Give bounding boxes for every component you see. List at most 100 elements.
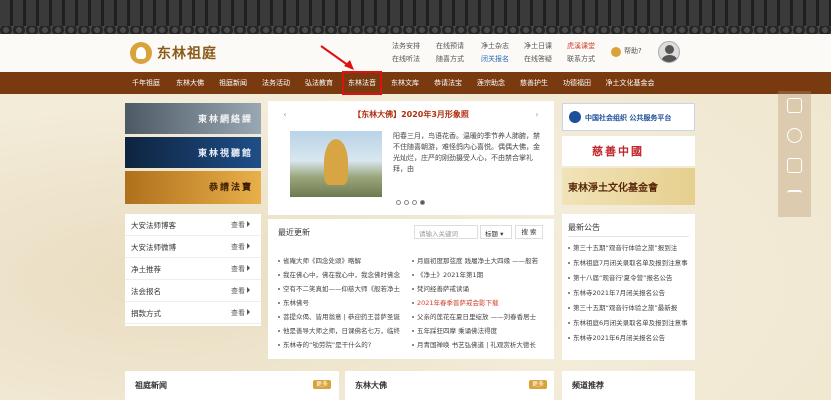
view-link[interactable]: 查看 (231, 286, 250, 296)
view-link[interactable]: 查看 (231, 264, 250, 274)
view-link[interactable]: 查看 (231, 220, 250, 230)
header-link[interactable]: 净土日课 (524, 40, 552, 53)
site-logo[interactable]: 东林祖庭 (130, 42, 217, 64)
search-button[interactable]: 搜 索 (515, 225, 543, 239)
list-item-label: 净土推荐 (131, 265, 161, 274)
header-link[interactable]: 随喜方式 (436, 53, 464, 66)
triangle-right-icon (247, 309, 250, 315)
nav-item[interactable]: 法务活动 (258, 72, 294, 94)
list-item[interactable]: 净土推荐 查看 (125, 258, 261, 280)
list-item[interactable]: 大安法师博客 查看 (125, 214, 261, 236)
list-item[interactable]: 法会报名 查看 (125, 280, 261, 302)
foundation-banner[interactable]: 東林淨土文化基金會 (562, 168, 695, 205)
announcements-panel: 最新公告 第三十五期“观音行体验之旅”报到注 东林祖庭7月闭关录取名单及报到注意… (562, 214, 695, 360)
update-item[interactable]: 东林寺的“劬劳院”是干什么的? (278, 339, 406, 349)
carousel-dot-active[interactable] (420, 200, 425, 205)
update-item[interactable]: 他是善导大师之师，日课佛名七万，临终 (278, 325, 406, 335)
more-button[interactable]: 更多 (313, 380, 331, 389)
update-item[interactable]: 菩提众偈、皆用翁意 | 恭迎药王菩萨圣诞 (278, 311, 406, 321)
header-link[interactable]: 闭关报名 (481, 53, 509, 66)
header-link[interactable]: 在线答疑 (524, 53, 552, 66)
logo-text: 东林祖庭 (157, 46, 217, 62)
search-type-select[interactable]: 标题 ▾ (480, 225, 512, 239)
announcement-item[interactable]: 第三十五期“观音行体验之旅”报到注 (568, 242, 693, 252)
tile-label: 恭請法寶 (208, 183, 253, 193)
announcement-item[interactable]: 东林祖庭6月闭关录取名单及报到注意事 (568, 317, 693, 327)
social-org-banner[interactable]: 中国社会组织 公共服务平台 (562, 103, 695, 131)
nav-item[interactable]: 净土文化基金会 (602, 72, 658, 94)
list-item-label: 大安法师博客 (131, 221, 176, 230)
more-button[interactable]: 更多 (529, 380, 547, 389)
update-item[interactable]: 空有不二笑真如——仰慈大师《般若净土 (278, 283, 406, 293)
featured-text: 阳春三月，鸟语花香。温暖的季节养人肺腑，禁不住随喜朝游，难怪鸽内心喜悦。偶偶大佛… (393, 132, 540, 173)
view-link[interactable]: 查看 (231, 242, 250, 252)
update-item[interactable]: 东林佛号 (278, 297, 406, 307)
carousel-dot[interactable] (404, 200, 409, 205)
nav-item[interactable]: 莲宗助念 (473, 72, 509, 94)
view-link[interactable]: 查看 (231, 308, 250, 318)
header-link[interactable]: 法务安排 (392, 40, 420, 53)
av-hall-tile[interactable]: 東林視聽館 (125, 137, 261, 168)
section-title: 最近更新 (278, 228, 310, 237)
temple-news-box: 祖庭新闻 更多 (125, 371, 339, 400)
nav-item[interactable]: 恭请法宝 (430, 72, 466, 94)
help-icon[interactable] (611, 47, 621, 57)
edit-icon[interactable] (787, 158, 802, 173)
update-item[interactable]: 月眉初度那弦度 践履净土大四缘 ——般若 (412, 255, 546, 265)
announcement-item[interactable]: 第三十五期“观音行体验之旅”最新报 (568, 302, 693, 312)
update-item[interactable]: 月青国禅唤 书艺弘佛道 | 礼观赏析大德长 (412, 339, 546, 349)
header-links-col5: 虎溪课堂 联系方式 (567, 40, 595, 66)
nav-item[interactable]: 祖庭新闻 (215, 72, 251, 94)
update-item[interactable]: 五年踩狂四摩 乘诵佛法得度 (412, 325, 546, 335)
dharma-treasure-tile[interactable]: 恭請法寶 (125, 171, 261, 204)
red-arrow-annotation-icon (320, 45, 354, 70)
update-item[interactable]: 省庵大师《四念处颂》略解 (278, 255, 406, 265)
help-link[interactable]: 帮助? (624, 46, 642, 56)
nav-item[interactable]: 慈善护生 (516, 72, 552, 94)
featured-title[interactable]: 【东林大佛】2020年3月形象照 (268, 109, 554, 120)
header-link[interactable]: 虎溪课堂 (567, 40, 595, 53)
update-item[interactable]: 梵问经善萨戒读诵 (412, 283, 546, 293)
carousel-next-button[interactable]: › (532, 110, 542, 120)
announcement-item[interactable]: 东林寺2021年7月闭关报名公告 (568, 287, 693, 297)
roof-tiles (0, 0, 831, 28)
triangle-right-icon (247, 221, 250, 227)
user-avatar[interactable] (658, 41, 680, 63)
back-to-top-icon[interactable] (787, 190, 802, 202)
buddha-statue-image[interactable] (290, 131, 382, 197)
announcement-item[interactable]: 东林祖庭7月闭关录取名单及报到注意事 (568, 257, 693, 267)
nav-item[interactable]: 东林文库 (387, 72, 423, 94)
header-link[interactable]: 联系方式 (567, 53, 595, 66)
announcement-item[interactable]: 东林寺2021年6月闭关报名公告 (568, 332, 693, 342)
nav-item[interactable]: 功德福田 (559, 72, 595, 94)
triangle-right-icon (247, 265, 250, 271)
search-input[interactable]: 请输入关键词 (414, 225, 478, 239)
header-links-col1: 法务安排 在线听法 (392, 40, 420, 66)
announcement-item[interactable]: 第十八届“观音行'夏令营”报名公告 (568, 272, 693, 282)
charity-china-banner[interactable]: 慈善中國 (562, 136, 695, 166)
update-item[interactable]: 我在佛心中，佛在我心中，我念佛时佛念 (278, 269, 406, 279)
nav-item[interactable]: 千年祖庭 (128, 72, 164, 94)
update-item[interactable]: 父亲的莲花在夏日里绽放 ——刘春香居士 (412, 311, 546, 321)
site-header: 东林祖庭 法务安排 在线听法 在线预请 随喜方式 净土杂志 闭关报名 净土日课 … (0, 34, 831, 72)
section-title: 东林大佛 (355, 381, 387, 390)
home-icon[interactable] (787, 98, 802, 113)
featured-carousel: ‹ 【东林大佛】2020年3月形象照 › 阳春三月，鸟语花香。温暖的季节养人肺腑… (268, 101, 554, 215)
nav-item[interactable]: 弘法教育 (301, 72, 337, 94)
section-title: 频道推荐 (572, 381, 604, 390)
online-course-tile[interactable]: 東林網絡課 (125, 103, 261, 134)
update-item[interactable]: 2021年春季普萨戒会影下载 (412, 297, 546, 307)
list-item[interactable]: 捐款方式 查看 (125, 302, 261, 324)
header-link[interactable]: 在线预请 (436, 40, 464, 53)
nav-item[interactable]: 东林大佛 (172, 72, 208, 94)
update-item[interactable]: 《净土》2021年第1期 (412, 269, 546, 279)
list-item[interactable]: 大安法师微博 查看 (125, 236, 261, 258)
carousel-dot[interactable] (396, 200, 401, 205)
wechat-icon[interactable] (787, 128, 802, 143)
main-nav: 千年祖庭 东林大佛 祖庭新闻 法务活动 弘法教育 东林法音 东林文库 恭请法宝 … (0, 72, 831, 94)
header-link[interactable]: 在线听法 (392, 53, 420, 66)
header-link[interactable]: 净土杂志 (481, 40, 509, 53)
carousel-dot[interactable] (412, 200, 417, 205)
recent-updates-panel: 最近更新 请输入关键词 标题 ▾ 搜 索 省庵大师《四念处颂》略解 我在佛心中，… (268, 219, 554, 359)
section-title: 祖庭新闻 (135, 381, 167, 390)
